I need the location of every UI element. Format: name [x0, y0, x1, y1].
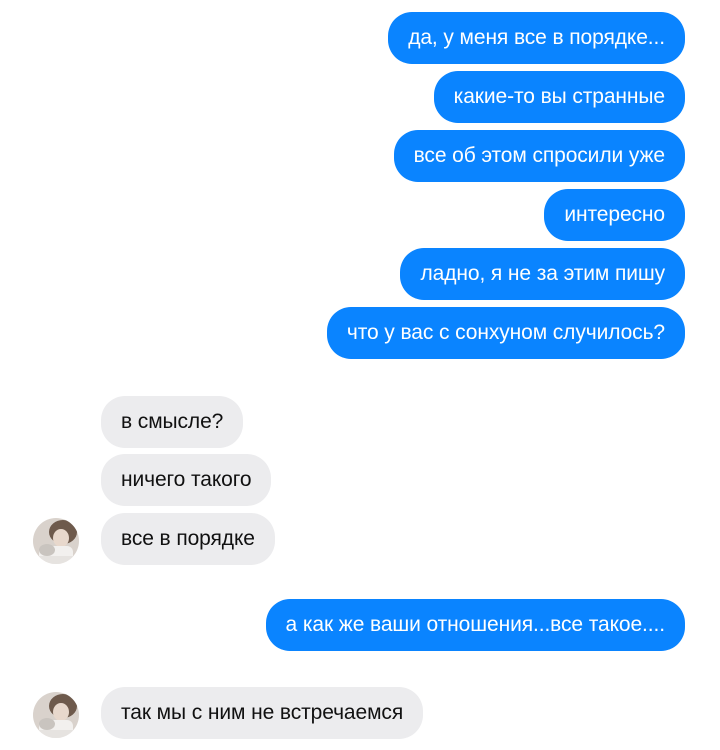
contact-avatar-icon[interactable]	[33, 692, 79, 738]
avatar-photo-icon	[33, 692, 79, 738]
outgoing-message-bubble[interactable]: какие-то вы странные	[433, 71, 685, 123]
outgoing-message-bubble[interactable]: все об этом спросили уже	[393, 130, 685, 182]
incoming-message-bubble[interactable]: ничего такого	[101, 454, 272, 506]
incoming-message-bubble[interactable]: все в порядке	[101, 513, 275, 565]
incoming-message-bubble[interactable]: так мы с ним не встречаемся	[101, 687, 424, 739]
outgoing-message-bubble[interactable]: ладно, я не за этим пишу	[400, 248, 685, 300]
contact-avatar-icon[interactable]	[33, 518, 79, 564]
outgoing-message-bubble[interactable]: а как же ваши отношения...все такое....	[265, 599, 685, 651]
outgoing-message-bubble[interactable]: что у вас с сонхуном случилось?	[326, 307, 685, 359]
outgoing-message-bubble[interactable]: да, у меня все в порядке...	[388, 12, 685, 64]
incoming-message-bubble[interactable]: в смысле?	[101, 396, 244, 448]
outgoing-message-bubble[interactable]: интересно	[544, 189, 685, 241]
avatar-photo-icon	[33, 518, 79, 564]
chat-thread: да, у меня все в порядке... какие-то вы …	[0, 0, 720, 750]
